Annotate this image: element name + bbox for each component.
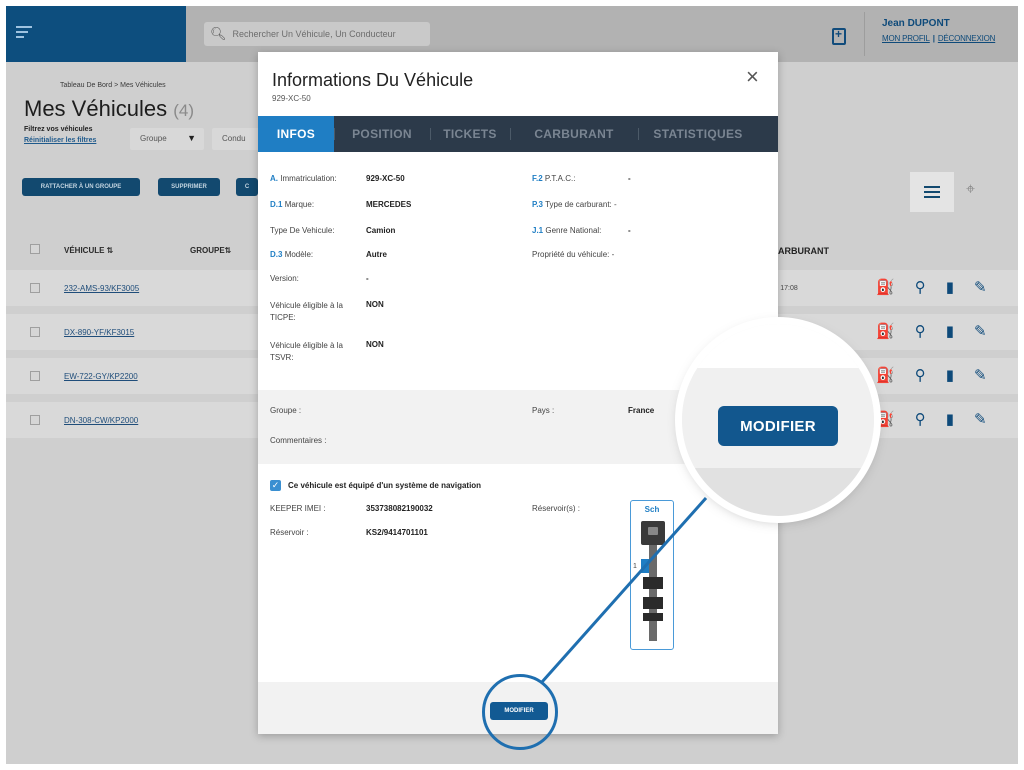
- zoom-callout: MODIFIER: [682, 324, 874, 516]
- connector-line: [540, 497, 708, 683]
- modifier-button-zoomed[interactable]: MODIFIER: [718, 406, 838, 446]
- zoom-top: [682, 324, 874, 368]
- app-frame: 🔍︎ Rechercher Un Véhicule, Un Conducteur…: [6, 6, 1018, 764]
- zoom-bottom: [682, 468, 874, 516]
